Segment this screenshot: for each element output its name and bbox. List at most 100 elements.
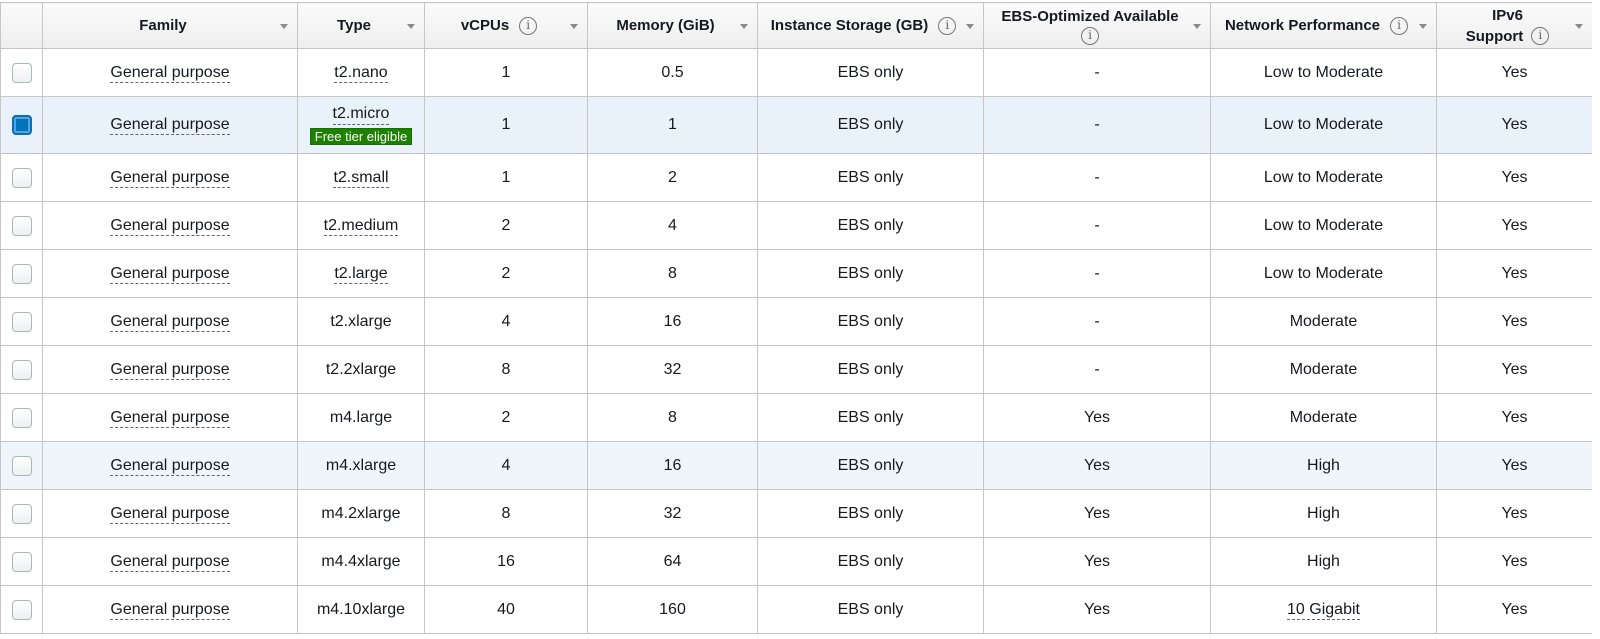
cell-value[interactable]: General purpose [110, 360, 230, 380]
row-select-cell[interactable] [0, 585, 43, 634]
row-select-cell[interactable] [0, 441, 43, 490]
cell-value: 1 [501, 63, 511, 81]
row-checkbox[interactable] [11, 359, 32, 380]
row-select-cell[interactable] [0, 393, 43, 442]
sort-caret-icon[interactable] [570, 24, 578, 29]
table-row[interactable]: General purpose m4.2xlarge 8 32 EBS only Yes H… [0, 489, 1593, 538]
cell-value: Low to Moderate [1263, 116, 1384, 133]
row-checkbox[interactable] [11, 263, 32, 284]
cell-value: Yes [1501, 312, 1528, 330]
cell-value[interactable]: t2.large [334, 264, 388, 284]
cell-vcpus: 40 [424, 585, 588, 634]
cell-value[interactable]: General purpose [110, 504, 230, 524]
row-select-cell[interactable] [0, 96, 43, 154]
row-select-cell[interactable] [0, 345, 43, 394]
cell-value[interactable]: t2.nano [334, 63, 388, 83]
cell-value[interactable]: General purpose [110, 168, 230, 188]
column-header-vcpus[interactable]: vCPUs i [424, 2, 588, 49]
column-header-ebs-optimized[interactable]: EBS-Optimized Available i [983, 2, 1211, 49]
row-select-cell[interactable] [0, 537, 43, 586]
cell-type: t2.xlarge [297, 297, 425, 346]
column-header-network-performance[interactable]: Network Performance i [1210, 2, 1437, 49]
sort-caret-icon[interactable] [1419, 24, 1427, 29]
row-checkbox[interactable] [11, 551, 32, 572]
row-checkbox-checked[interactable] [11, 115, 32, 135]
cell-value[interactable]: 10 Gigabit [1287, 600, 1360, 620]
cell-value[interactable]: General purpose [110, 264, 230, 284]
row-checkbox[interactable] [11, 62, 32, 83]
row-select-cell[interactable] [0, 489, 43, 538]
cell-value: m4.xlarge [325, 456, 397, 474]
cell-ebs: - [983, 249, 1211, 298]
cell-value[interactable]: t2.small [333, 168, 389, 188]
column-label: vCPUs [460, 17, 510, 34]
row-checkbox[interactable] [11, 455, 32, 476]
cell-value: Yes [1083, 408, 1111, 426]
row-checkbox[interactable] [11, 311, 32, 332]
row-checkbox[interactable] [11, 599, 32, 620]
cell-storage: EBS only [757, 345, 984, 394]
cell-type: m4.xlarge [297, 441, 425, 490]
sort-caret-icon[interactable] [407, 24, 415, 29]
cell-value: Yes [1083, 504, 1111, 522]
table-row[interactable]: General purpose m4.large 2 8 EBS only Yes Mode… [0, 393, 1593, 442]
sort-caret-icon[interactable] [280, 24, 288, 29]
row-select-cell[interactable] [0, 48, 43, 97]
cell-value: Yes [1501, 63, 1528, 81]
cell-storage: EBS only [757, 393, 984, 442]
column-label: Type [337, 17, 371, 34]
table-row[interactable]: General purpose t2.xlarge 4 16 EBS only - Mode… [0, 297, 1593, 346]
table-row[interactable]: General purpose t2.micro Free tier eligibl… [0, 96, 1593, 154]
column-header-family[interactable]: Family [42, 2, 298, 49]
cell-ipv6: Yes [1436, 96, 1593, 154]
table-row[interactable]: General purpose t2.large 2 8 EBS only - Low to… [0, 249, 1593, 298]
info-icon[interactable]: i [1390, 16, 1409, 35]
column-header-type[interactable]: Type [297, 2, 425, 49]
column-header-memory[interactable]: Memory (GiB) [587, 2, 758, 49]
sort-caret-icon[interactable] [1193, 24, 1201, 29]
table-row[interactable]: General purpose t2.nano 1 0.5 EBS only - Low t… [0, 48, 1593, 97]
table-row[interactable]: General purpose m4.xlarge 4 16 EBS only Yes Hi… [0, 441, 1593, 490]
cell-value[interactable]: General purpose [110, 408, 230, 428]
sort-caret-icon[interactable] [966, 24, 974, 29]
table-row[interactable]: General purpose m4.10xlarge 40 160 EBS only Y… [0, 585, 1593, 634]
cell-value[interactable]: General purpose [110, 552, 230, 572]
cell-value[interactable]: General purpose [110, 63, 230, 83]
cell-value[interactable]: t2.micro [332, 105, 390, 125]
cell-value[interactable]: t2.medium [323, 216, 399, 236]
table-row[interactable]: General purpose t2.medium 2 4 EBS only - Low t… [0, 201, 1593, 250]
cell-value: 32 [663, 360, 682, 378]
cell-value: Yes [1083, 552, 1111, 570]
row-checkbox[interactable] [11, 503, 32, 524]
cell-value[interactable]: General purpose [110, 600, 230, 620]
row-select-cell[interactable] [0, 201, 43, 250]
column-header-instance-storage[interactable]: Instance Storage (GB) i [757, 2, 984, 49]
cell-value[interactable]: General purpose [110, 456, 230, 476]
sort-caret-icon[interactable] [740, 24, 748, 29]
cell-ebs: - [983, 201, 1211, 250]
table-row[interactable]: General purpose t2.2xlarge 8 32 EBS only - Mod… [0, 345, 1593, 394]
row-select-cell[interactable] [0, 249, 43, 298]
row-select-cell[interactable] [0, 297, 43, 346]
cell-vcpus: 2 [424, 201, 588, 250]
cell-value[interactable]: General purpose [110, 312, 230, 332]
cell-memory: 160 [587, 585, 758, 634]
cell-type: t2.micro Free tier eligible [297, 96, 425, 154]
info-icon[interactable]: i [1081, 27, 1099, 45]
cell-value[interactable]: General purpose [110, 216, 230, 236]
cell-type: t2.small [297, 153, 425, 202]
info-icon[interactable]: i [938, 16, 957, 35]
cell-memory: 2 [587, 153, 758, 202]
info-icon[interactable]: i [519, 16, 538, 35]
cell-value: Low to Moderate [1263, 216, 1384, 234]
table-row[interactable]: General purpose t2.small 1 2 EBS only - Low to… [0, 153, 1593, 202]
info-icon[interactable]: i [1531, 27, 1550, 45]
row-checkbox[interactable] [11, 407, 32, 428]
row-select-cell[interactable] [0, 153, 43, 202]
row-checkbox[interactable] [11, 215, 32, 236]
row-checkbox[interactable] [11, 167, 32, 188]
sort-caret-icon[interactable] [1575, 24, 1583, 29]
table-row[interactable]: General purpose m4.4xlarge 16 64 EBS only Yes… [0, 537, 1593, 586]
cell-value[interactable]: General purpose [110, 116, 230, 135]
column-header-ipv6-support[interactable]: IPv6 Support i [1436, 2, 1593, 49]
